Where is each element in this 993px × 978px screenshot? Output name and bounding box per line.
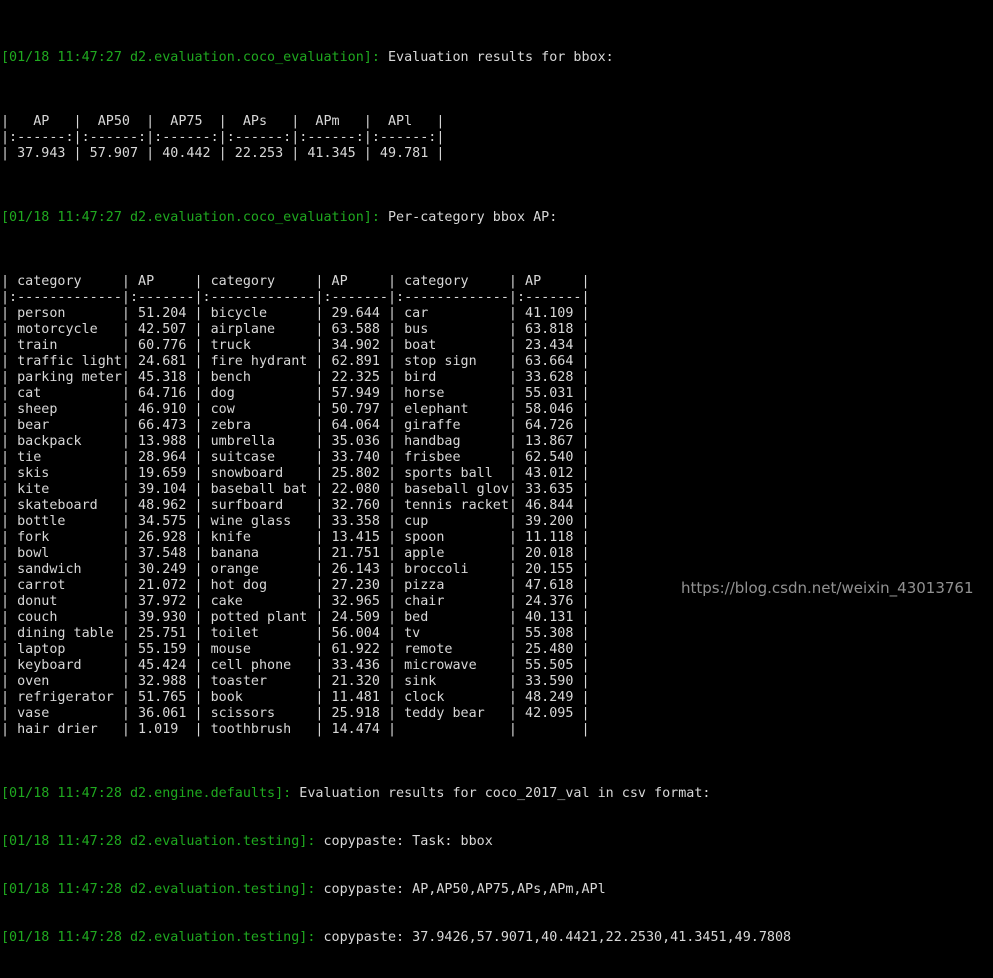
table-row: | skateboard | 48.962 | surfboard | 32.7… <box>1 498 590 513</box>
table-row: | tie | 28.964 | suitcase | 33.740 | fri… <box>1 450 590 465</box>
log-prefix: [01/18 11:47:27 d2.evaluation.coco_evalu… <box>1 50 380 65</box>
table-row: | parking meter| 45.318 | bench | 22.325… <box>1 370 590 385</box>
table-row: | category | AP | category | AP | catego… <box>1 274 590 289</box>
log-line-eval-bbox: [01/18 11:47:27 d2.evaluation.coco_evalu… <box>1 50 993 66</box>
log-prefix: [01/18 11:47:27 d2.evaluation.coco_evalu… <box>1 210 380 225</box>
table-row: | bottle | 34.575 | wine glass | 33.358 … <box>1 514 590 529</box>
table-row: | motorcycle | 42.507 | airplane | 63.58… <box>1 322 590 337</box>
log-prefix: [01/18 11:47:28 d2.evaluation.testing]: <box>1 834 316 849</box>
table-row: | sheep | 46.910 | cow | 50.797 | elepha… <box>1 402 590 417</box>
table-row: | sandwich | 30.249 | orange | 26.143 | … <box>1 562 590 577</box>
table-row: | hair drier | 1.019 | toothbrush | 14.4… <box>1 722 590 737</box>
per-category-ap-table: | category | AP | category | AP | catego… <box>1 274 993 738</box>
log-line-csv-format: [01/18 11:47:28 d2.engine.defaults]: Eva… <box>1 786 993 802</box>
log-prefix: [01/18 11:47:28 d2.engine.defaults]: <box>1 786 292 801</box>
table-row: | train | 60.776 | truck | 34.902 | boat… <box>1 338 590 353</box>
table-row: | oven | 32.988 | toaster | 21.320 | sin… <box>1 674 590 689</box>
table-row: | keyboard | 45.424 | cell phone | 33.43… <box>1 658 590 673</box>
table-row: | 37.943 | 57.907 | 40.442 | 22.253 | 41… <box>1 146 445 161</box>
table-row: | fork | 26.928 | knife | 13.415 | spoon… <box>1 530 590 545</box>
summary-ap-table: | AP | AP50 | AP75 | APs | APm | APl | |:… <box>1 114 993 162</box>
table-row: | skis | 19.659 | snowboard | 25.802 | s… <box>1 466 590 481</box>
table-row: | couch | 39.930 | potted plant | 24.509… <box>1 610 590 625</box>
table-row: | vase | 36.061 | scissors | 25.918 | te… <box>1 706 590 721</box>
terminal-output: [01/18 11:47:27 d2.evaluation.coco_evalu… <box>0 0 993 945</box>
table-row: | AP | AP50 | AP75 | APs | APm | APl | <box>1 114 445 129</box>
table-row: |:-------------|:-------|:-------------|… <box>1 290 590 305</box>
log-line-copypaste-headers: [01/18 11:47:28 d2.evaluation.testing]: … <box>1 882 993 898</box>
log-line-copypaste-values: [01/18 11:47:28 d2.evaluation.testing]: … <box>1 930 993 946</box>
log-prefix: [01/18 11:47:28 d2.evaluation.testing]: <box>1 930 316 945</box>
log-message: Per-category bbox AP: <box>379 210 558 225</box>
table-row: | laptop | 55.159 | mouse | 61.922 | rem… <box>1 642 590 657</box>
log-message: Evaluation results for coco_2017_val in … <box>291 786 711 801</box>
log-message: copypaste: AP,AP50,AP75,APs,APm,APl <box>315 882 606 897</box>
table-row: | kite | 39.104 | baseball bat | 22.080 … <box>1 482 590 497</box>
table-row: | traffic light| 24.681 | fire hydrant |… <box>1 354 590 369</box>
table-row: | bowl | 37.548 | banana | 21.751 | appl… <box>1 546 590 561</box>
table-row: | bear | 66.473 | zebra | 64.064 | giraf… <box>1 418 590 433</box>
log-line-copypaste-task: [01/18 11:47:28 d2.evaluation.testing]: … <box>1 834 993 850</box>
log-prefix: [01/18 11:47:28 d2.evaluation.testing]: <box>1 882 316 897</box>
table-row: | dining table | 25.751 | toilet | 56.00… <box>1 626 590 641</box>
log-message: copypaste: Task: bbox <box>315 834 493 849</box>
table-row: | refrigerator | 51.765 | book | 11.481 … <box>1 690 590 705</box>
table-row: | donut | 37.972 | cake | 32.965 | chair… <box>1 594 590 609</box>
table-row: | backpack | 13.988 | umbrella | 35.036 … <box>1 434 590 449</box>
table-row: | cat | 64.716 | dog | 57.949 | horse | … <box>1 386 590 401</box>
log-message: Evaluation results for bbox: <box>379 50 614 65</box>
table-row: |:------:|:------:|:------:|:------:|:--… <box>1 130 445 145</box>
table-row: | person | 51.204 | bicycle | 29.644 | c… <box>1 306 590 321</box>
table-row: | carrot | 21.072 | hot dog | 27.230 | p… <box>1 578 590 593</box>
log-line-per-category: [01/18 11:47:27 d2.evaluation.coco_evalu… <box>1 210 993 226</box>
log-message: copypaste: 37.9426,57.9071,40.4421,22.25… <box>315 930 792 945</box>
